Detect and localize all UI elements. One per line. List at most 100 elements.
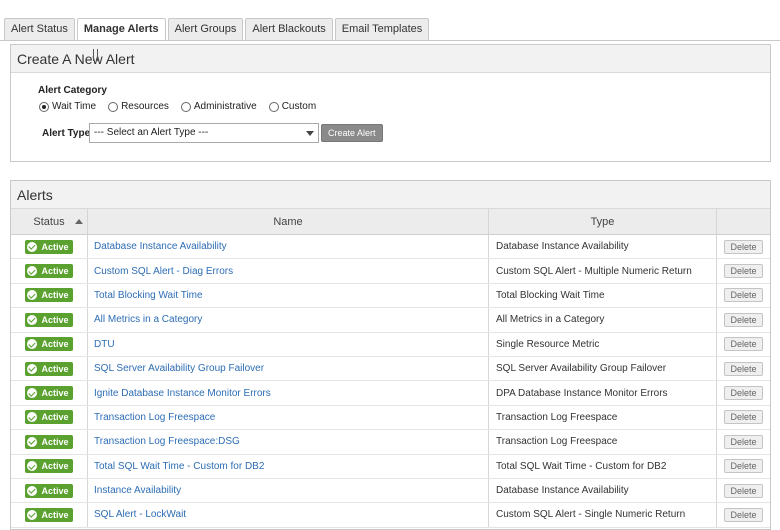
alert-category-label: Alert Category	[38, 85, 107, 96]
table-row: Active DTU Single Resource Metric Delete	[11, 332, 770, 357]
status-badge: Active	[25, 337, 73, 352]
status-text: Active	[41, 363, 69, 374]
alert-type-text: SQL Server Availability Group Failover	[496, 363, 667, 375]
alert-name-link[interactable]: Total Blocking Wait Time	[94, 290, 203, 301]
radio-option-administrative[interactable]: Administrative	[180, 101, 257, 112]
radio-button[interactable]	[268, 101, 279, 112]
check-circle-icon	[27, 363, 38, 374]
delete-button[interactable]: Delete	[724, 507, 763, 522]
status-cell: Active	[11, 259, 88, 283]
alert-type-text: Total SQL Wait Time - Custom for DB2	[496, 460, 667, 472]
alert-name-link[interactable]: Total SQL Wait Time - Custom for DB2	[94, 461, 264, 472]
radio-label: Administrative	[193, 101, 257, 112]
status-text: Active	[41, 436, 69, 447]
alert-name-link[interactable]: SQL Server Availability Group Failover	[94, 363, 264, 374]
column-header-status-label: Status	[33, 216, 65, 228]
table-row: Active Ignite Database Instance Monitor E…	[11, 381, 770, 406]
delete-button[interactable]: Delete	[724, 361, 763, 376]
name-cell: Total SQL Wait Time - Custom for DB2	[88, 454, 489, 478]
alert-name-link[interactable]: All Metrics in a Category	[94, 314, 202, 325]
status-text: Active	[41, 509, 69, 520]
alert-name-link[interactable]: DTU	[94, 339, 115, 350]
delete-button[interactable]: Delete	[724, 312, 763, 327]
delete-button[interactable]: Delete	[724, 386, 763, 401]
alert-name-link[interactable]: Ignite Database Instance Monitor Errors	[94, 388, 271, 399]
column-header-status[interactable]: Status	[11, 209, 88, 234]
radio-option-wait-time[interactable]: Wait Time	[39, 101, 96, 112]
alert-name-link[interactable]: SQL Alert - LockWait	[94, 509, 186, 520]
tab-manage-alerts[interactable]: Manage Alerts	[76, 18, 166, 41]
column-header-type[interactable]: Type	[489, 209, 717, 234]
status-badge: Active	[25, 459, 73, 474]
check-circle-icon	[27, 412, 38, 423]
type-cell: Database Instance Availability	[489, 235, 717, 259]
check-circle-icon	[27, 314, 38, 325]
status-cell: Active	[11, 381, 88, 405]
sort-ascending-icon	[75, 219, 83, 224]
delete-button[interactable]: Delete	[724, 410, 763, 425]
check-circle-icon	[27, 388, 38, 399]
tab-email-templates[interactable]: Email Templates	[334, 18, 430, 40]
radio-label: Resources	[121, 101, 169, 112]
delete-button[interactable]: Delete	[724, 288, 763, 303]
check-circle-icon	[27, 461, 38, 472]
alerts-table-body: Active Database Instance Availability Data…	[11, 235, 770, 528]
status-text: Active	[41, 339, 69, 350]
radio-button[interactable]	[180, 101, 191, 112]
action-cell: Delete	[717, 381, 770, 404]
create-alert-button[interactable]: Create Alert	[321, 124, 383, 142]
create-alert-title: Create A New Alert	[11, 45, 770, 73]
status-cell: Active	[11, 308, 88, 332]
table-row: Active Total SQL Wait Time - Custom for D…	[11, 454, 770, 479]
status-cell: Active	[11, 478, 88, 503]
alert-name-link[interactable]: Instance Availability	[94, 485, 181, 496]
column-header-name[interactable]: Name	[88, 209, 489, 234]
check-circle-icon	[27, 290, 38, 301]
status-text: Active	[41, 266, 69, 277]
alert-type-text: Custom SQL Alert - Single Numeric Return	[496, 509, 686, 521]
alerts-panel: Alerts Status Name Type Active Database I…	[10, 180, 771, 530]
action-cell: Delete	[717, 308, 770, 331]
status-text: Active	[41, 485, 69, 496]
radio-label: Custom	[281, 101, 317, 112]
radio-button[interactable]	[108, 101, 119, 112]
radio-option-custom[interactable]: Custom	[268, 101, 317, 112]
alert-type-text: Single Resource Metric	[496, 338, 600, 350]
delete-button[interactable]: Delete	[724, 337, 763, 352]
delete-button[interactable]: Delete	[724, 264, 763, 279]
radio-option-resources[interactable]: Resources	[108, 101, 169, 112]
status-badge: Active	[25, 434, 73, 449]
delete-button[interactable]: Delete	[724, 483, 763, 498]
table-row: Active Total Blocking Wait Time Total Bloc…	[11, 283, 770, 309]
tab-alert-blackouts[interactable]: Alert Blackouts	[245, 18, 333, 40]
name-cell: Database Instance Availability	[88, 235, 489, 259]
status-text: Active	[41, 290, 69, 301]
action-cell: Delete	[717, 503, 770, 526]
tab-alert-groups[interactable]: Alert Groups	[167, 18, 244, 40]
alert-name-link[interactable]: Transaction Log Freespace	[94, 412, 215, 423]
alert-type-text: Transaction Log Freespace	[496, 411, 618, 423]
alerts-table: Status Name Type Active Database Instance…	[11, 209, 770, 528]
name-cell: Total Blocking Wait Time	[88, 283, 489, 308]
status-text: Active	[41, 461, 69, 472]
radio-button[interactable]	[39, 101, 49, 112]
action-cell: Delete	[717, 430, 770, 453]
alert-name-link[interactable]: Transaction Log Freespace:DSG	[94, 436, 240, 447]
name-cell: Transaction Log Freespace	[88, 405, 489, 430]
delete-button[interactable]: Delete	[724, 239, 763, 254]
action-cell: Delete	[717, 259, 770, 282]
status-cell: Active	[11, 454, 88, 478]
tab-alert-status[interactable]: Alert Status	[4, 18, 75, 40]
alert-name-link[interactable]: Custom SQL Alert - Diag Errors	[94, 266, 233, 277]
alert-type-text: Database Instance Availability	[496, 485, 629, 497]
alert-type-label: Alert Type:	[42, 128, 94, 139]
type-cell: All Metrics in a Category	[489, 308, 717, 332]
delete-button[interactable]: Delete	[724, 459, 763, 474]
alert-type-text: Database Instance Availability	[496, 241, 629, 253]
delete-button[interactable]: Delete	[724, 434, 763, 449]
alert-name-link[interactable]: Database Instance Availability	[94, 241, 227, 252]
type-cell: Total Blocking Wait Time	[489, 283, 717, 308]
alert-type-select[interactable]: --- Select an Alert Type ---	[89, 123, 319, 143]
status-badge: Active	[25, 264, 73, 279]
name-cell: Ignite Database Instance Monitor Errors	[88, 381, 489, 405]
